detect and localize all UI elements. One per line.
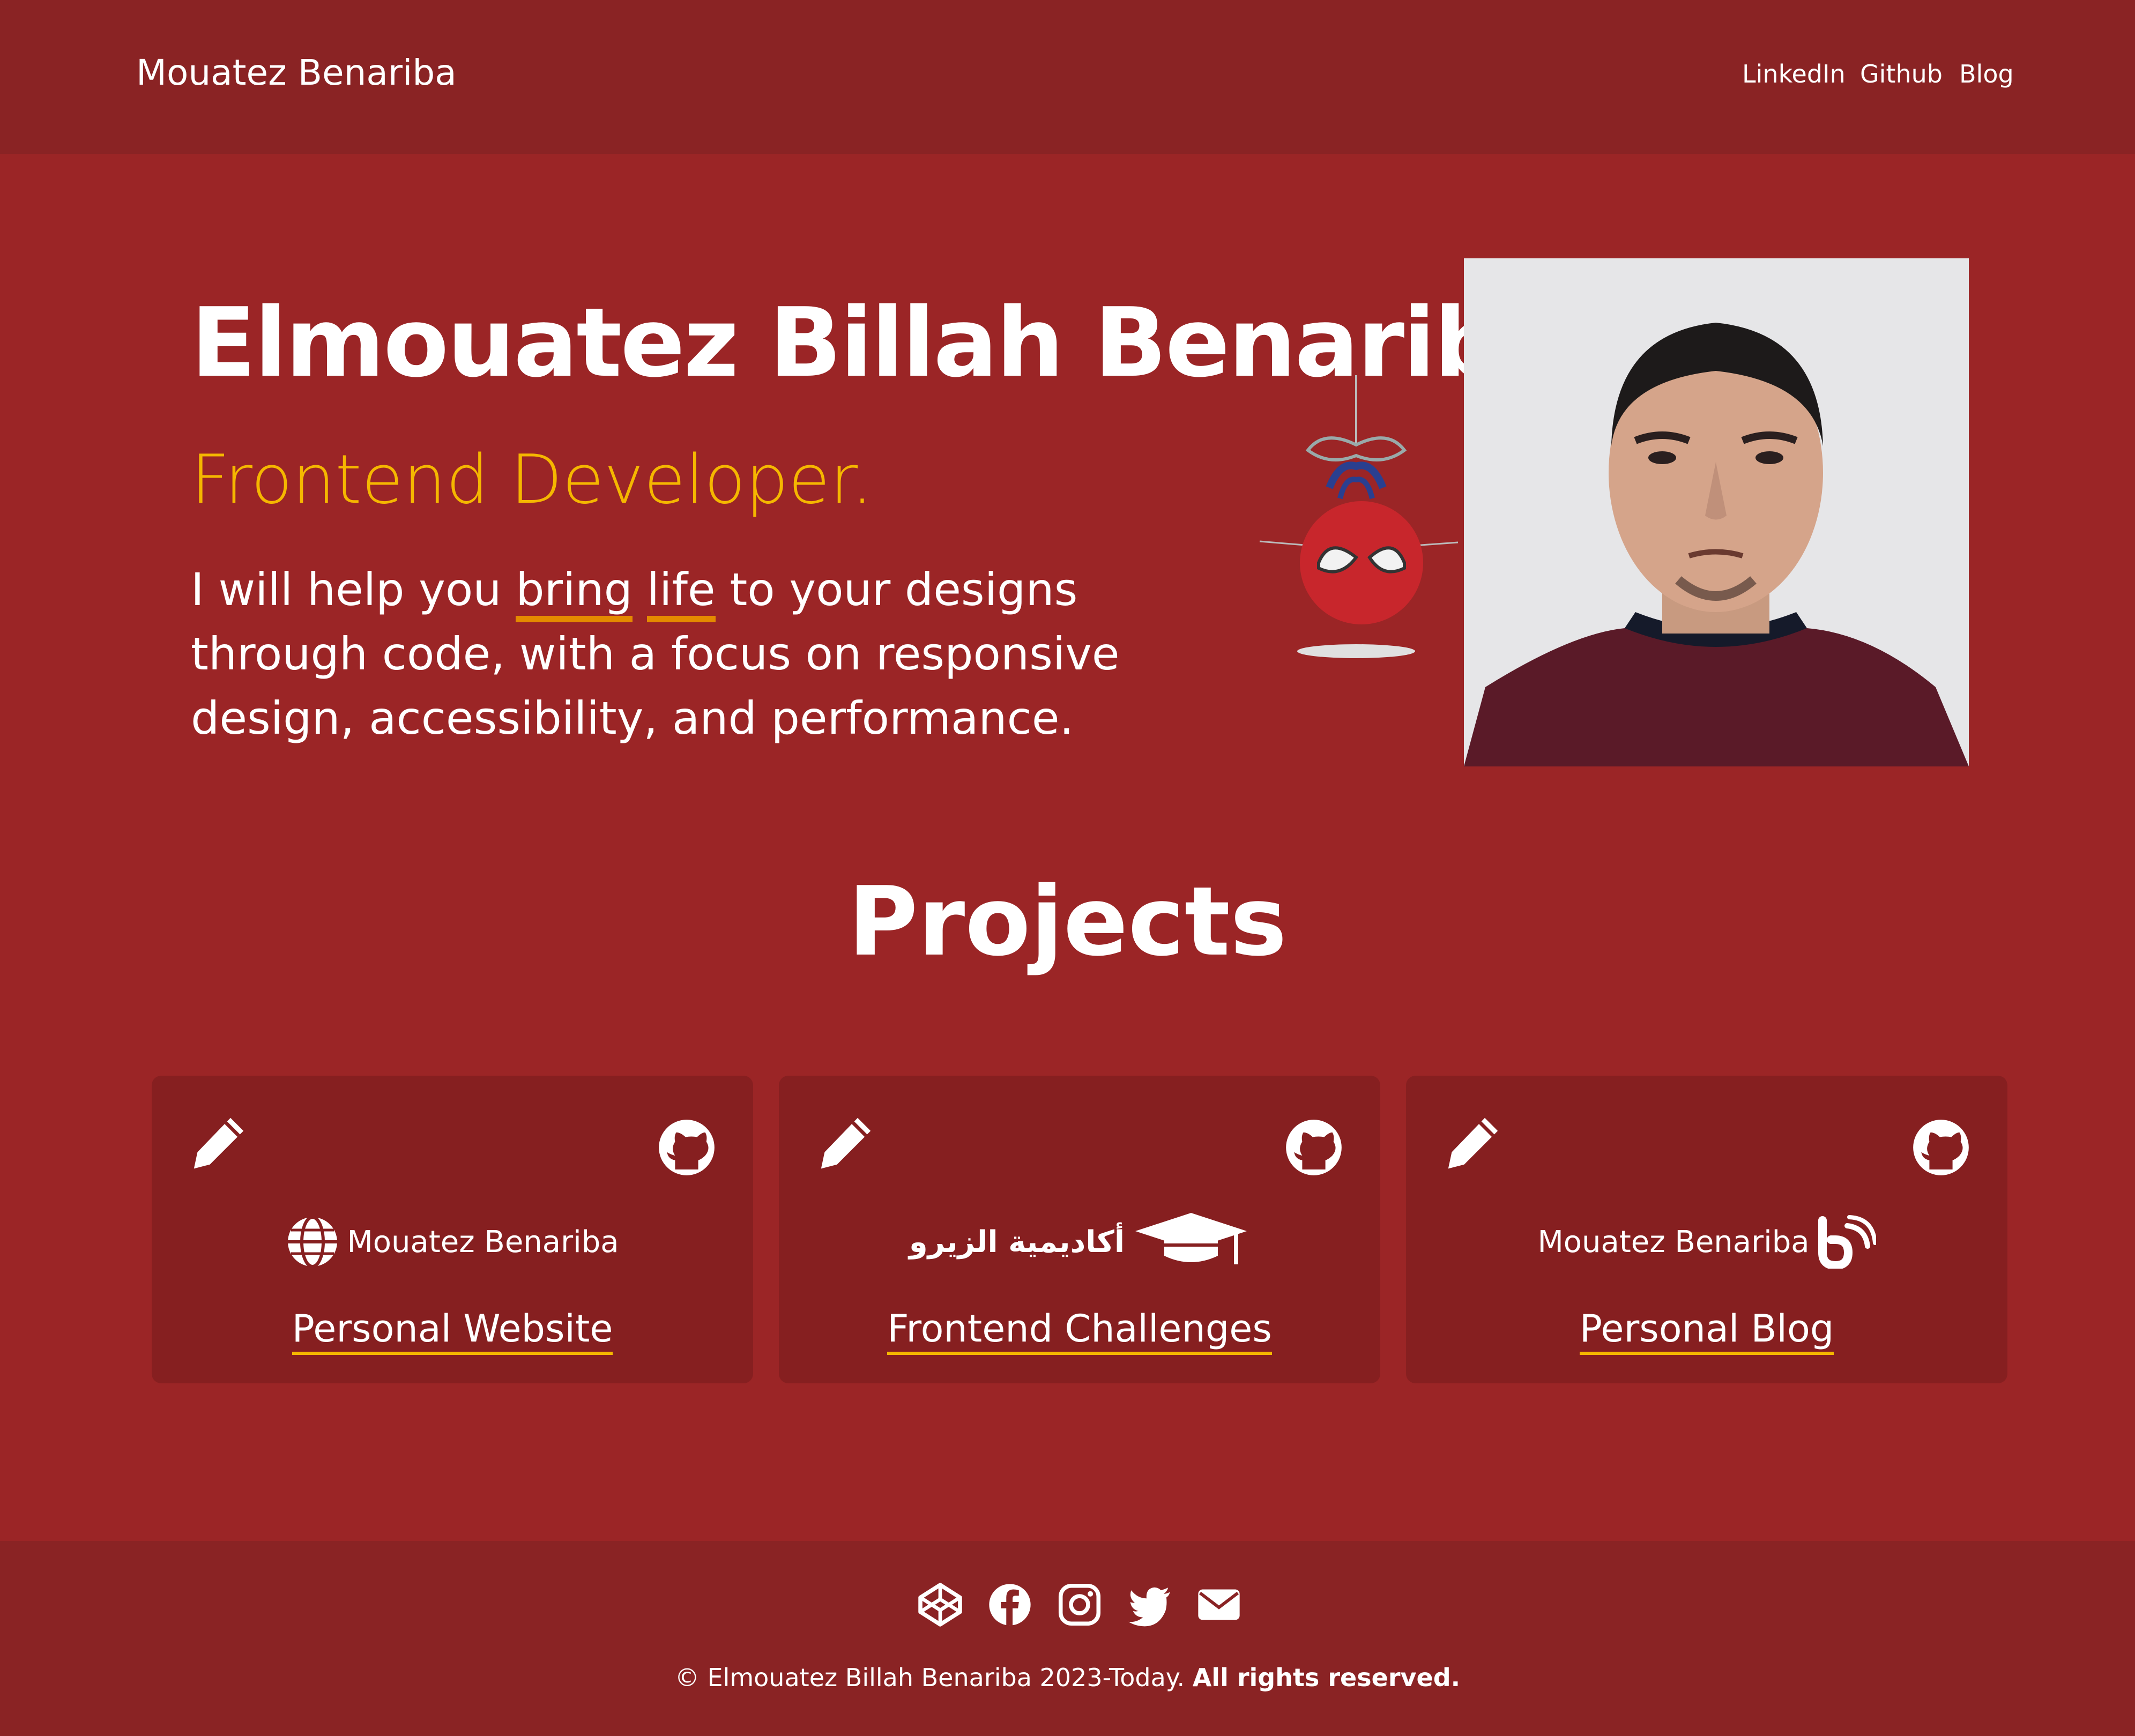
project-logo: Mouatez Benariba	[1406, 1210, 2007, 1274]
highlight-bring: bring	[516, 563, 633, 622]
copyright: © Elmouatez Billah Benariba 2023-Today. …	[674, 1663, 1461, 1692]
globe-icon	[288, 1216, 338, 1268]
nav-blog[interactable]: Blog	[1959, 59, 2014, 89]
hero-description: I will help you bring life to your desig…	[191, 563, 1120, 744]
logo-text: Mouatez Benariba	[347, 1224, 619, 1260]
project-link-personal-website[interactable]: Personal Website	[292, 1307, 613, 1355]
github-icon[interactable]	[658, 1119, 716, 1176]
project-card-personal-blog: Mouatez Benariba Personal Blog	[1406, 1076, 2007, 1383]
profile-photo	[1464, 258, 1969, 766]
brand-name[interactable]: Mouatez Benariba	[136, 51, 457, 94]
logo-text: أكاديمية الزيرو	[909, 1224, 1125, 1260]
project-logo: Mouatez Benariba	[152, 1210, 753, 1274]
email-icon[interactable]	[1196, 1582, 1241, 1627]
twitter-icon[interactable]	[1127, 1582, 1172, 1627]
spider-illustration	[1259, 375, 1459, 658]
pencil-icon[interactable]	[1444, 1113, 1502, 1172]
project-link-personal-blog[interactable]: Personal Blog	[1579, 1307, 1834, 1355]
highlight-life: life	[646, 563, 716, 622]
facebook-icon[interactable]	[987, 1582, 1032, 1627]
project-card-personal-website: Mouatez Benariba Personal Website	[152, 1076, 753, 1383]
hero-subtitle: Frontend Developer.	[191, 440, 873, 519]
project-logo: أكاديمية الزيرو	[779, 1210, 1380, 1274]
github-icon[interactable]	[1285, 1119, 1343, 1176]
nav-github[interactable]: Github	[1860, 59, 1943, 89]
pencil-icon[interactable]	[189, 1113, 248, 1172]
github-icon[interactable]	[1912, 1119, 1970, 1176]
instagram-icon[interactable]	[1057, 1582, 1102, 1627]
blog-feed-icon	[1818, 1215, 1876, 1269]
project-card-frontend-challenges: أكاديمية الزيرو Frontend Challenges	[779, 1076, 1380, 1383]
pencil-icon[interactable]	[816, 1113, 875, 1172]
projects-heading: Projects	[848, 866, 1287, 977]
site-footer	[0, 1541, 2135, 1736]
logo-text: Mouatez Benariba	[1537, 1224, 1810, 1260]
graduation-cap-icon	[1135, 1213, 1247, 1264]
codepen-icon[interactable]	[918, 1582, 963, 1627]
project-link-frontend-challenges[interactable]: Frontend Challenges	[887, 1307, 1272, 1355]
nav-linkedin[interactable]: LinkedIn	[1742, 59, 1846, 89]
